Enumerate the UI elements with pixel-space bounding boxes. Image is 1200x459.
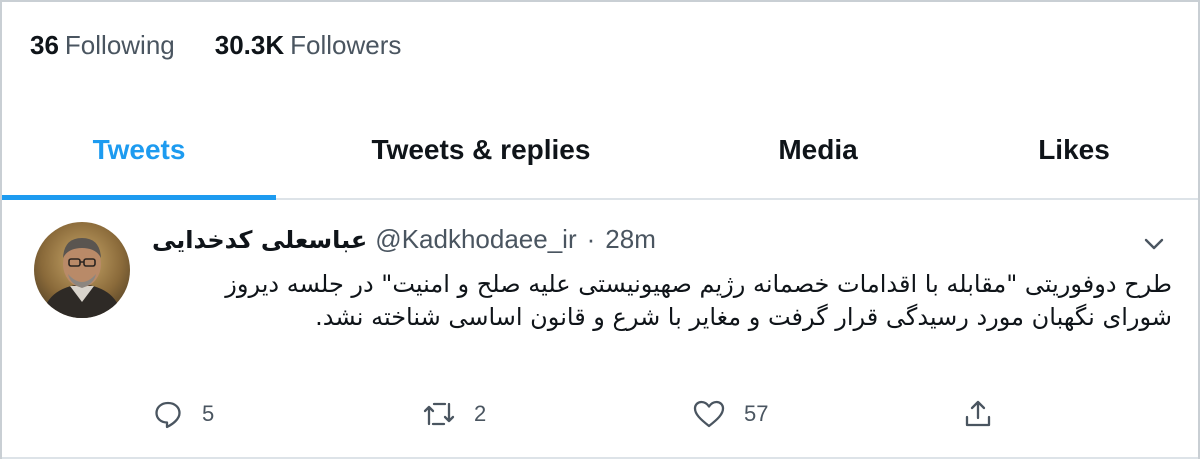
reply-button[interactable]: 5 xyxy=(152,398,214,430)
profile-timeline-panel: 36 Following 30.3K Followers Tweets Tweets… xyxy=(0,0,1200,459)
active-tab-indicator xyxy=(2,195,276,200)
more-options-button[interactable] xyxy=(1140,230,1168,258)
tweet[interactable]: عباسعلی کدخدایی @Kadkhodaee_ir · 28m طرح… xyxy=(2,202,1198,459)
tab-tweets[interactable]: Tweets xyxy=(2,102,276,200)
tab-tweets-label: Tweets xyxy=(92,134,186,165)
tab-likes-label: Likes xyxy=(1038,134,1110,165)
followers-count: 30.3K xyxy=(214,30,285,60)
header-separator: · xyxy=(586,224,596,254)
following-link[interactable]: 36 Following xyxy=(30,30,175,61)
followers-link[interactable]: 30.3K Followers xyxy=(215,30,402,61)
like-button[interactable]: 57 xyxy=(692,398,768,430)
reply-count: 5 xyxy=(202,401,215,426)
followers-label: Followers xyxy=(290,30,402,60)
tweet-actions: 5 2 57 xyxy=(152,398,1012,438)
profile-tabs: Tweets Tweets & replies Media Likes xyxy=(2,102,1198,200)
author-name[interactable]: عباسعلی کدخدایی xyxy=(152,226,367,254)
share-button[interactable] xyxy=(962,398,1012,430)
tweet-text: طرح دوفوریتی "مقابله با اقدامات خصمانه ر… xyxy=(225,270,1172,331)
tab-media[interactable]: Media xyxy=(686,102,950,198)
author-handle[interactable]: @Kadkhodaee_ir xyxy=(375,224,576,255)
heart-icon xyxy=(693,400,725,428)
reply-icon xyxy=(155,401,181,429)
like-count: 57 xyxy=(744,401,769,426)
following-count: 36 xyxy=(30,30,59,60)
tab-likes[interactable]: Likes xyxy=(950,102,1198,198)
share-icon xyxy=(965,400,991,427)
avatar[interactable] xyxy=(34,222,130,318)
retweet-count: 2 xyxy=(474,401,487,426)
retweet-button[interactable]: 2 xyxy=(422,398,486,430)
profile-stats: 36 Following 30.3K Followers xyxy=(30,30,401,61)
retweet-icon xyxy=(423,402,455,426)
tweet-timestamp[interactable]: 28m xyxy=(605,224,656,255)
tab-tweets-and-replies[interactable]: Tweets & replies xyxy=(276,102,686,198)
tweet-header: عباسعلی کدخدایی @Kadkhodaee_ir · 28m xyxy=(152,224,656,255)
avatar-image xyxy=(34,222,130,318)
following-label: Following xyxy=(64,30,175,60)
tab-tweets-and-replies-label: Tweets & replies xyxy=(371,134,591,165)
tab-media-label: Media xyxy=(778,134,858,165)
chevron-down-icon xyxy=(1144,238,1164,250)
